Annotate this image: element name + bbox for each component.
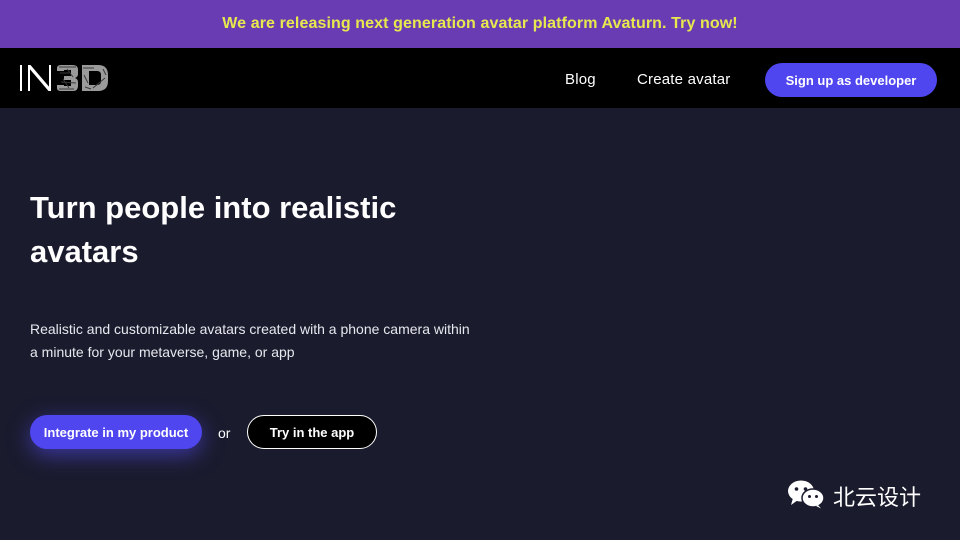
hero-section: Turn people into realistic avatars Reali… <box>0 108 960 540</box>
watermark-text: 北云设计 <box>833 486 922 511</box>
top-navbar: Blog Create avatar Sign up as developer <box>0 48 960 108</box>
logo-mark <box>20 65 108 91</box>
page: We are releasing next generation avatar … <box>0 0 960 540</box>
hero-title: Turn people into realistic avatars <box>30 190 397 269</box>
sign-up-developer-button[interactable]: Sign up as developer <box>765 63 937 97</box>
hero-subtitle: Realistic and customizable avatars creat… <box>30 321 470 360</box>
try-in-app-button[interactable]: Try in the app <box>247 415 377 449</box>
announcement-link[interactable]: We are releasing next generation avatar … <box>222 15 737 33</box>
or-separator: or <box>218 425 231 441</box>
integrate-product-button[interactable]: Integrate in my product <box>30 415 202 449</box>
watermark: 北云设计 <box>787 480 921 512</box>
wechat-icon <box>787 479 825 514</box>
announcement-banner: We are releasing next generation avatar … <box>0 0 960 48</box>
nav-link-blog[interactable]: Blog <box>565 71 596 88</box>
nav-link-create-avatar[interactable]: Create avatar <box>637 71 730 88</box>
in3d-logo[interactable] <box>19 63 111 93</box>
